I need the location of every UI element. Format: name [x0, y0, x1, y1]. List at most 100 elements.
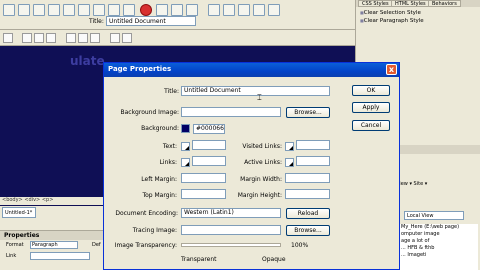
document-encoding-select[interactable]: Western (Latin1) — [181, 208, 281, 218]
file-management-icon[interactable] — [253, 4, 265, 16]
link-row: Link — [0, 251, 110, 262]
save-icon[interactable] — [34, 33, 44, 43]
ok-button[interactable]: OK — [352, 85, 390, 96]
format-row: Format Paragraph Def — [0, 240, 110, 251]
background-image-field[interactable] — [181, 107, 281, 117]
links-field[interactable] — [192, 156, 226, 166]
design-panel-tabs: CSS Styles HTML Styles Behaviors — [356, 0, 480, 7]
tree-item[interactable]: age a lot of — [401, 238, 478, 245]
tag-selector[interactable]: <body> <div> <p> — [0, 197, 110, 205]
transparent-label: Transparent — [181, 256, 217, 263]
close-button[interactable]: x — [386, 64, 397, 75]
link-label: Link — [6, 253, 17, 259]
tracing-image-label: Tracing Image: — [132, 227, 177, 234]
margin-width-field[interactable] — [285, 173, 330, 183]
style-item[interactable]: Clear Selection Style — [360, 9, 424, 17]
background-image-label: Background Image: — [120, 109, 179, 116]
top-margin-field[interactable] — [181, 189, 226, 199]
text-color-label: Text: — [162, 143, 177, 150]
visited-links-swatch[interactable] — [285, 142, 294, 151]
media-icon[interactable] — [123, 4, 135, 16]
save-all-icon[interactable] — [46, 33, 56, 43]
left-margin-label: Left Margin: — [141, 176, 177, 183]
tracing-image-field[interactable] — [181, 225, 281, 235]
document-tab[interactable]: Untitled-1* — [2, 207, 36, 218]
flash-icon[interactable] — [140, 4, 152, 16]
table-icon[interactable] — [48, 4, 60, 16]
active-links-label: Active Links: — [244, 159, 282, 166]
apply-button[interactable]: Apply — [352, 102, 390, 113]
active-links-swatch[interactable] — [285, 158, 294, 167]
doc-title-field[interactable]: Untitled Document — [106, 16, 196, 26]
default-label: Def — [92, 242, 101, 248]
active-links-field[interactable] — [296, 156, 330, 166]
document-encoding-label: Document Encoding: — [115, 210, 178, 217]
head-icon[interactable] — [156, 4, 168, 16]
background-label: Background: — [141, 125, 179, 132]
left-margin-field[interactable] — [181, 173, 226, 183]
common-icon[interactable] — [3, 4, 15, 16]
site-files-tree[interactable]: My_Here (E:\web page) omputer image age … — [398, 224, 478, 270]
format-label: Format — [6, 242, 24, 248]
opaque-label: Opaque — [262, 256, 286, 263]
properties-panel: Properties Format Paragraph Def Link — [0, 230, 110, 270]
mouse-cursor-icon: ⌶ — [257, 93, 262, 102]
title-field[interactable]: Untitled Document — [181, 86, 330, 96]
forms-icon[interactable] — [78, 4, 90, 16]
margin-height-label: Margin Height: — [237, 192, 282, 199]
reload-button[interactable]: Reload — [286, 208, 330, 219]
frames-icon[interactable] — [63, 4, 75, 16]
view-select[interactable]: Local View — [404, 211, 464, 220]
transparency-slider[interactable] — [181, 243, 281, 247]
browse-background-button[interactable]: Browse... — [286, 107, 330, 118]
new-icon[interactable] — [3, 33, 13, 43]
copy-icon[interactable] — [78, 33, 88, 43]
insert-toolbar: Title: Untitled Document — [0, 0, 355, 30]
tree-item[interactable]: My_Here (E:\web page) — [401, 224, 478, 231]
top-margin-label: Top Margin: — [142, 192, 177, 199]
doc-title-label: Title: — [89, 18, 104, 25]
refresh-icon[interactable] — [223, 4, 235, 16]
title-label: Title: — [164, 88, 179, 95]
paste-icon[interactable] — [90, 33, 100, 43]
margin-height-field[interactable] — [285, 189, 330, 199]
links-label: Links: — [159, 159, 177, 166]
code-navigation-icon[interactable] — [268, 4, 280, 16]
background-color-swatch[interactable] — [181, 124, 190, 133]
cut-icon[interactable] — [66, 33, 76, 43]
script-icon[interactable] — [171, 4, 183, 16]
margin-width-label: Margin Width: — [240, 176, 282, 183]
tree-item[interactable]: ... Imageti — [401, 252, 478, 259]
tab-css-styles[interactable]: CSS Styles — [358, 0, 393, 7]
visited-links-field[interactable] — [296, 140, 330, 150]
preview-icon[interactable] — [208, 4, 220, 16]
tab-html-styles[interactable]: HTML Styles — [391, 0, 430, 7]
background-color-field[interactable]: #000066 — [193, 124, 225, 134]
text-color-swatch[interactable] — [181, 142, 190, 151]
templates-icon[interactable] — [93, 4, 105, 16]
browse-tracing-button[interactable]: Browse... — [286, 225, 330, 236]
links-swatch[interactable] — [181, 158, 190, 167]
undo-icon[interactable] — [110, 33, 120, 43]
format-select[interactable]: Paragraph — [30, 241, 78, 249]
tree-item[interactable]: ... HFB & fthb — [401, 245, 478, 252]
text-icon[interactable] — [33, 4, 45, 16]
style-item[interactable]: Clear Paragraph Style — [360, 17, 424, 25]
cancel-button[interactable]: Cancel — [352, 120, 390, 131]
text-color-field[interactable] — [192, 140, 226, 150]
properties-title[interactable]: Properties — [0, 231, 110, 240]
transparency-value: 100% — [291, 242, 309, 249]
view-options-icon[interactable] — [238, 4, 250, 16]
image-transparency-label: Image Transparency: — [114, 242, 177, 249]
document-text: ulate — [70, 54, 105, 68]
open-icon[interactable] — [22, 33, 32, 43]
characters-icon[interactable] — [108, 4, 120, 16]
layout-icon[interactable] — [18, 4, 30, 16]
dialog-titlebar[interactable]: Page Properties x — [104, 63, 399, 77]
tree-item[interactable]: omputer image — [401, 231, 478, 238]
application-icon[interactable] — [186, 4, 198, 16]
tab-behaviors[interactable]: Behaviors — [428, 0, 461, 7]
link-field[interactable] — [30, 252, 90, 260]
redo-icon[interactable] — [122, 33, 132, 43]
visited-links-label: Visited Links: — [242, 143, 282, 150]
